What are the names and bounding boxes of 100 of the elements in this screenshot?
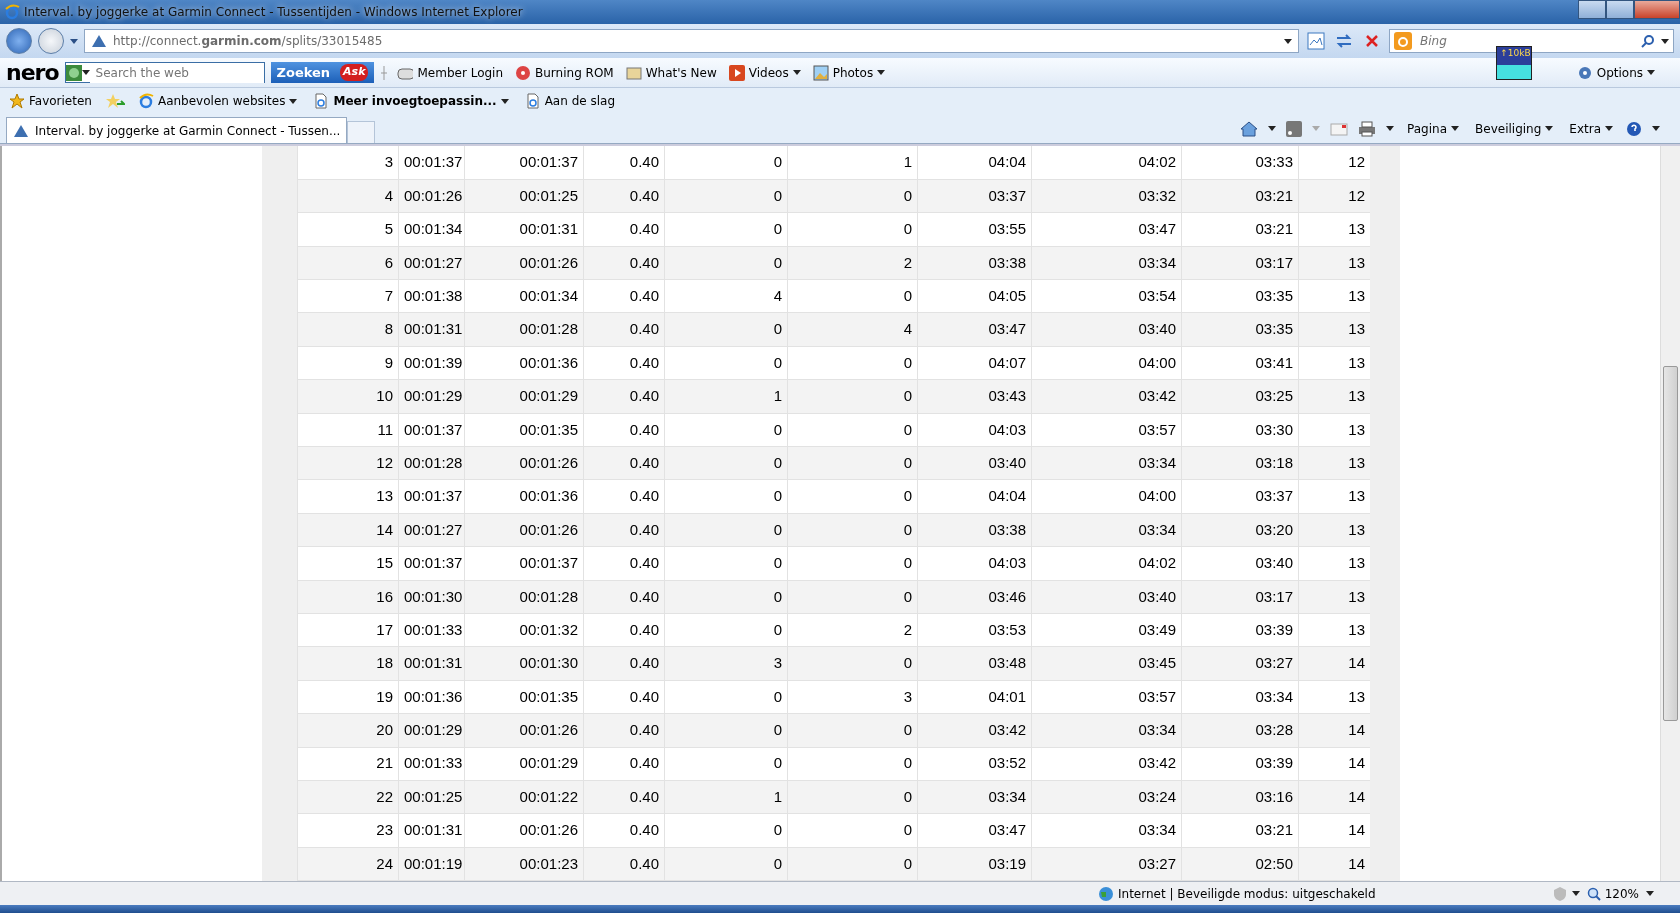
caret-icon[interactable] [1661, 38, 1669, 44]
back-button[interactable] [6, 28, 32, 54]
caret-icon[interactable] [1386, 126, 1395, 131]
menu-button[interactable]: Pagina [1404, 119, 1463, 138]
table-cell: 0.40 [583, 246, 665, 280]
table-cell: 03:25 [1181, 379, 1299, 414]
table-cell: 04:03 [917, 546, 1032, 581]
caret-icon[interactable] [792, 70, 801, 75]
options-button[interactable]: Options [1573, 63, 1658, 82]
table-cell: 00:01:29 [398, 713, 465, 748]
caret-icon[interactable] [81, 70, 90, 75]
table-cell: 03:34 [917, 780, 1032, 814]
table-cell: 8 [297, 312, 399, 347]
table-cell: 0.40 [583, 713, 665, 748]
favorite-link[interactable]: Aanbevolen websites [134, 92, 301, 110]
caret-icon[interactable] [877, 70, 886, 75]
scrollbar-thumb[interactable] [1663, 366, 1678, 721]
table-cell: 0.40 [583, 747, 665, 781]
table-cell: 03:34 [1031, 813, 1182, 848]
add-favorite-icon[interactable] [104, 93, 125, 109]
caret-icon[interactable] [500, 98, 509, 104]
table-cell: 13 [1298, 446, 1370, 480]
browser-tab[interactable]: Interval. by joggerke at Garmin Connect - Tussen... [6, 117, 348, 143]
table-cell: 03:40 [1031, 580, 1182, 614]
caret-icon[interactable] [1268, 126, 1277, 131]
caret-icon[interactable] [1605, 126, 1613, 131]
help-icon[interactable] [1626, 120, 1642, 137]
table-cell: 13 [1298, 246, 1370, 280]
table-cell: 0 [787, 513, 918, 547]
favorite-link[interactable]: Aan de slag [521, 92, 618, 110]
table-cell: 03:39 [1181, 747, 1299, 781]
zoom-button[interactable]: 120% [1583, 884, 1642, 903]
table-cell: 03:28 [1181, 713, 1299, 748]
table-cell: 03:55 [917, 212, 1032, 247]
toolbar-button[interactable]: Member Login [394, 63, 507, 82]
search-button[interactable]: Zoeken Ask [270, 62, 375, 83]
minimize-button[interactable] [1578, 0, 1606, 19]
table-cell: 7 [297, 279, 399, 313]
table-cell: 03:20 [1181, 513, 1299, 547]
printer-icon[interactable] [1358, 120, 1377, 137]
home-icon[interactable] [1240, 120, 1259, 137]
feed-icon[interactable] [1286, 120, 1303, 137]
table-cell: 03:21 [1181, 179, 1299, 213]
table-cell: 0.40 [583, 580, 665, 614]
table-cell: 0 [787, 847, 918, 881]
caret-icon[interactable] [1284, 38, 1292, 44]
table-cell: 03:38 [917, 513, 1032, 547]
table-cell: 0 [787, 713, 918, 748]
table-cell: 00:01:37 [464, 546, 584, 581]
table-cell: 4 [664, 279, 788, 313]
table-cell: 0 [787, 413, 918, 447]
search-icon[interactable] [1641, 34, 1655, 48]
maximize-button[interactable] [1606, 0, 1634, 19]
favorite-link[interactable]: Meer invoegtoepassin... [310, 92, 512, 110]
table-cell: 0 [664, 513, 788, 547]
globe-icon[interactable] [65, 64, 82, 81]
table-cell: 18 [297, 646, 399, 681]
table-cell: 03:21 [1181, 212, 1299, 247]
table-cell: 00:01:30 [398, 580, 465, 614]
table-cell: 03:48 [917, 646, 1032, 681]
toolbar-button[interactable]: What's New [622, 63, 720, 82]
table-cell: 03:46 [917, 580, 1032, 614]
address-field[interactable]: http://connect.garmin.com/splits/33015485 [84, 29, 1299, 53]
caret-icon[interactable] [1571, 891, 1580, 896]
search-provider-logo: Ask [340, 64, 369, 81]
compatibility-icon[interactable] [1305, 30, 1327, 52]
triangle-icon [13, 123, 29, 138]
table-cell: 0 [664, 212, 788, 247]
table-cell: 03:37 [917, 179, 1032, 213]
table-cell: 0 [664, 546, 788, 581]
table-cell: 00:01:26 [464, 246, 584, 280]
table-cell: 14 [1298, 646, 1370, 681]
favorites-button[interactable]: Favorieten [6, 92, 95, 110]
caret-icon[interactable] [1451, 126, 1460, 131]
caret-icon[interactable] [1545, 126, 1554, 131]
table-cell: 00:01:34 [464, 279, 584, 313]
table-cell: 00:01:37 [464, 146, 584, 180]
table-cell: 0.40 [583, 279, 665, 313]
forward-button[interactable] [38, 28, 64, 54]
caret-icon[interactable] [1646, 891, 1654, 896]
table-cell: 03:45 [1031, 646, 1182, 681]
table-cell: 12 [1298, 179, 1370, 213]
table-cell: 2 [787, 246, 918, 280]
search-field[interactable]: Search the web [64, 62, 265, 83]
menu-button[interactable]: Beveiliging [1472, 119, 1557, 138]
close-button[interactable] [1634, 0, 1680, 19]
caret-icon[interactable] [70, 38, 78, 44]
toolbar-button[interactable]: Burning ROM [512, 63, 617, 82]
caret-icon[interactable] [289, 98, 298, 104]
mail-icon[interactable] [1330, 121, 1349, 136]
table-cell: 13 [1298, 580, 1370, 614]
caret-icon[interactable] [1652, 126, 1660, 131]
table-cell: 0 [787, 379, 918, 414]
table-cell: 03:41 [1181, 346, 1299, 380]
table-cell: 0 [787, 346, 918, 380]
toolbar-button[interactable]: Photos [809, 63, 889, 82]
menu-button[interactable]: Extra [1566, 119, 1616, 138]
table-cell: 0 [664, 747, 788, 781]
caret-icon[interactable] [1647, 70, 1655, 75]
toolbar-button[interactable]: Videos [725, 63, 804, 82]
